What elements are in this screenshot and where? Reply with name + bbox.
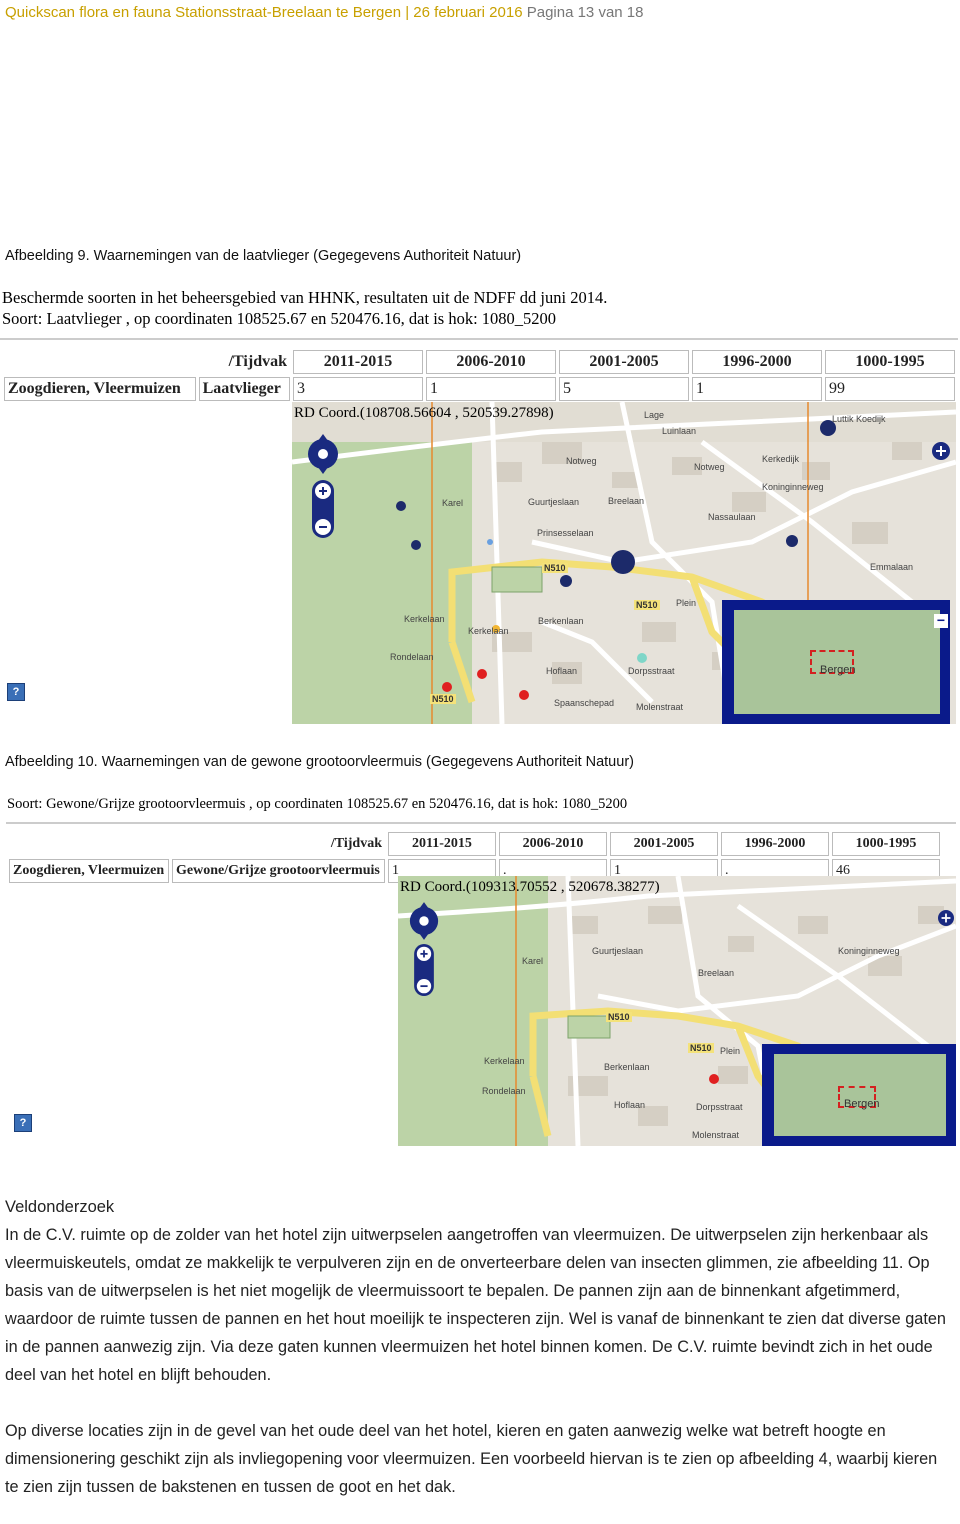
observation-dot (396, 501, 406, 511)
document-title: Quickscan flora en fauna Stationsstraat-… (5, 4, 523, 21)
figure-10-species-line: Soort: Gewone/Grijze grootoorvleermuis ,… (7, 796, 628, 812)
map-label: Molenstraat (636, 702, 684, 712)
table-cell: 5 (559, 377, 689, 401)
overview-map[interactable]: Bergen − (722, 600, 950, 724)
observation-dot (709, 1074, 719, 1084)
table-cell: 1 (426, 377, 556, 401)
map-label: Molenstraat (692, 1130, 740, 1140)
figure-10-map[interactable]: RD Coord.(109313.70552 , 520678.38277) G… (398, 876, 956, 1146)
table-cell: Zoogdieren, Vleermuizen (9, 859, 169, 883)
map-label: Plein (720, 1046, 741, 1056)
figure-9-table: /Tijdvak 2011-2015 2006-2010 2001-2005 1… (1, 347, 958, 404)
map-label: Karel (442, 498, 464, 508)
table-cell: 99 (825, 377, 955, 401)
help-icon[interactable]: ? (7, 683, 25, 701)
road-label: N510 (430, 694, 456, 704)
map-label: Hoflaan (546, 666, 578, 676)
section-body: In de C.V. ruimte op de zolder van het h… (5, 1221, 955, 1501)
table-header-cell: /Tijdvak (228, 353, 287, 370)
map-label: Notweg (566, 456, 597, 466)
map-label: Dorpsstraat (696, 1102, 743, 1112)
figure-10-caption: Afbeelding 10. Waarnemingen van de gewon… (5, 754, 634, 770)
help-icon[interactable]: ? (14, 1114, 32, 1132)
table-header-cell: 2001-2005 (559, 350, 689, 374)
observation-dot (611, 550, 635, 574)
overview-map[interactable]: Bergen (762, 1044, 956, 1146)
table-header-cell: 1000-1995 (825, 350, 955, 374)
map-label: Koninginneweg (762, 482, 824, 492)
table-header-cell: 2006-2010 (499, 832, 607, 856)
observation-dot (477, 669, 487, 679)
map-label: Lage (644, 410, 665, 420)
overview-label: Bergen (820, 664, 856, 676)
table-header-cell: 2011-2015 (293, 350, 423, 374)
table-cell: 3 (293, 377, 423, 401)
table-header-cell: 1000-1995 (832, 832, 940, 856)
overview-map-view: Bergen (774, 1054, 946, 1136)
map-label: Berkenlaan (604, 1062, 650, 1072)
figure-9-caption: Afbeelding 9. Waarnemingen van de laatvl… (5, 248, 522, 264)
minimize-icon[interactable]: − (934, 613, 948, 628)
table-header-cell: 2006-2010 (426, 350, 556, 374)
table-cell: Laatvlieger (198, 377, 290, 401)
table-header-cell: 2001-2005 (610, 832, 718, 856)
table-cell: Zoogdieren, Vleermuizen (4, 377, 196, 401)
road-label: N510 (688, 1043, 714, 1053)
map-label: Koninginneweg (838, 946, 900, 956)
page-number: Pagina 13 van 18 (526, 4, 644, 21)
road-label: N510 (634, 600, 660, 610)
map-label: Notweg (694, 462, 725, 472)
road-label: N510 (606, 1012, 632, 1022)
observation-dot (637, 653, 647, 663)
divider (6, 822, 956, 824)
observation-dot (786, 535, 798, 547)
section-title: Veldonderzoek (5, 1198, 115, 1216)
road-label: N510 (542, 563, 568, 573)
map-label: Dorpsstraat (628, 666, 675, 676)
table-row: Zoogdieren, Vleermuizen Laatvlieger 3 1 … (4, 377, 955, 401)
map-label: Kerkelaan (404, 614, 445, 624)
divider (0, 338, 958, 340)
table-header-row: /Tijdvak 2011-2015 2006-2010 2001-2005 1… (9, 832, 940, 856)
map-label: Rondelaan (390, 652, 434, 662)
map-label: Hoflaan (614, 1100, 646, 1110)
map-label: Breelaan (698, 968, 735, 978)
map-label: Kerkedijk (762, 454, 800, 464)
overview-label: Bergen (844, 1098, 880, 1110)
map-label: Emmalaan (870, 562, 914, 572)
map-label: Karel (522, 956, 544, 966)
observation-dot (442, 682, 452, 692)
table-cell: 1 (692, 377, 822, 401)
paragraph: In de C.V. ruimte op de zolder van het h… (5, 1226, 946, 1384)
figure-9-species-line: Soort: Laatvlieger , op coordinaten 1085… (2, 309, 557, 328)
figure-9-map[interactable]: RD Coord.(108708.56604 , 520539.27898) G… (292, 402, 956, 724)
table-header-row: /Tijdvak 2011-2015 2006-2010 2001-2005 1… (4, 350, 955, 374)
table-header-cell: 2011-2015 (388, 832, 496, 856)
table-header-cell: /Tijdvak (330, 836, 382, 851)
paragraph: Op diverse locaties zijn in de gevel van… (5, 1422, 938, 1496)
map-label: Guurtjeslaan (592, 946, 644, 956)
map-label: Berkenlaan (538, 616, 584, 626)
page-header: Quickscan flora en fauna Stationsstraat-… (5, 4, 643, 21)
map-label: Breelaan (608, 496, 645, 506)
map-label: Nassaulaan (708, 512, 756, 522)
observation-dot (560, 575, 572, 587)
observation-dot (519, 690, 529, 700)
figure-9-intro-line: Beschermde soorten in het beheersgebied … (2, 288, 608, 307)
table-header-cell: 1996-2000 (692, 350, 822, 374)
table-header-cell: 1996-2000 (721, 832, 829, 856)
map-label: Kerkelaan (484, 1056, 525, 1066)
map-label: Luttik Koedijk (832, 414, 886, 424)
map-label: Plein (676, 598, 697, 608)
map-label: Prinsesselaan (537, 528, 594, 538)
map-label: Guurtjeslaan (528, 497, 580, 507)
map-label: Luinlaan (662, 426, 697, 436)
observation-dot (411, 540, 421, 550)
observation-dot (487, 539, 493, 545)
map-label: Rondelaan (482, 1086, 526, 1096)
map-label: Spaanschepad (554, 698, 615, 708)
overview-map-view: Bergen (734, 610, 940, 714)
table-cell: Gewone/Grijze grootoorvleermuis (172, 859, 385, 883)
map-label: Kerkelaan (468, 626, 509, 636)
